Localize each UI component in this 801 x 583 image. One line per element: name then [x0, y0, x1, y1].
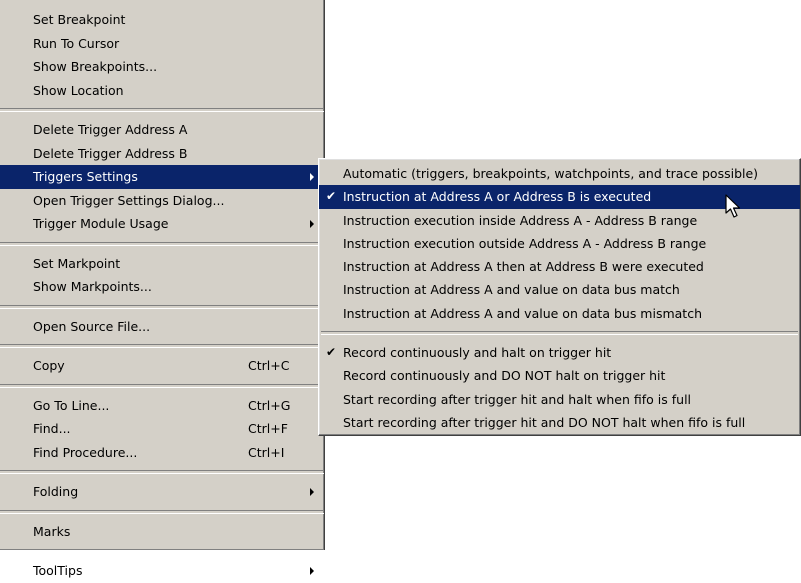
submenu-item-label: Instruction at Address A or Address B is…: [343, 189, 652, 205]
submenu-arrow-icon: [310, 173, 314, 181]
menu-item-find-procedure[interactable]: Find Procedure... Ctrl+I: [0, 441, 324, 465]
menu-item-label: Delete Trigger Address B: [33, 145, 188, 161]
menu-separator: [0, 383, 324, 388]
submenu-arrow-icon: [310, 220, 314, 228]
menu-item-triggers-settings[interactable]: Triggers Settings: [0, 165, 324, 189]
menu-item-label: Delete Trigger Address A: [33, 122, 188, 137]
mouse-pointer-icon: [725, 194, 741, 218]
submenu-item-instruction-at-address-a-then-at-address-b-were-executed[interactable]: Instruction at Address A then at Address…: [319, 255, 800, 278]
menu-separator: [0, 108, 324, 112]
menu-item-label: Marks: [33, 523, 71, 539]
menu-item-set-markpoint[interactable]: Set Markpoint: [0, 252, 324, 276]
submenu-item-automatic-triggers-breakpoints-watchpoints-and-trace-possible[interactable]: Automatic (triggers, breakpoints, watchp…: [319, 162, 800, 185]
submenu-arrow-icon: [310, 567, 314, 575]
submenu-item-label: Record continuously and halt on trigger …: [343, 345, 612, 361]
menu-item-label: Find Procedure...: [33, 444, 138, 460]
menu-item-tooltips[interactable]: ToolTips: [0, 559, 324, 583]
menu-item-label: Show Breakpoints...: [33, 59, 158, 74]
submenu-item-label: Record continuously and DO NOT halt on t…: [343, 368, 666, 384]
context-menu: Set Breakpoint Run To Cursor Show Breakpoi…: [0, 0, 325, 578]
submenu-item-instruction-at-address-a-and-value-on-data-bus-mismatch[interactable]: Instruction at Address A and value on da…: [319, 302, 800, 325]
menu-item-find[interactable]: Find... Ctrl+F: [0, 417, 324, 441]
menu-item-label: Run To Cursor: [33, 35, 120, 51]
submenu-item-label: Instruction at Address A and value on da…: [343, 282, 680, 298]
menu-separator: [321, 331, 798, 336]
submenu-item-label: Start recording after trigger hit and ha…: [343, 391, 692, 407]
shortcut-label: Ctrl+F: [248, 421, 288, 436]
menu-item-label: Copy: [33, 358, 65, 373]
menu-item-label: Open Source File...: [33, 318, 151, 334]
menu-item-label: ToolTips: [33, 563, 83, 578]
submenu-item-record-continuously-and-do-not-halt-on-trigger-hit[interactable]: Record continuously and DO NOT halt on t…: [319, 364, 800, 387]
menu-item-label: Folding: [33, 484, 79, 499]
menu-separator: [0, 470, 324, 474]
menu-item-label: Set Breakpoint: [33, 12, 126, 27]
menu-item-open-trigger-settings-dialog[interactable]: Open Trigger Settings Dialog...: [0, 189, 324, 213]
menu-item-label: Open Trigger Settings Dialog...: [33, 192, 225, 208]
submenu-item-label: Instruction execution inside Address A -…: [343, 212, 698, 228]
submenu-item-label: Instruction execution outside Address A …: [343, 235, 707, 251]
menu-item-set-breakpoint[interactable]: Set Breakpoint: [0, 8, 324, 32]
shortcut-label: Ctrl+G: [248, 397, 291, 413]
menu-item-label: Trigger Module Usage: [33, 216, 169, 231]
submenu-item-label: Instruction at Address A then at Address…: [343, 259, 704, 275]
menu-item-show-breakpoints[interactable]: Show Breakpoints...: [0, 55, 324, 79]
menu-item-go-to-line[interactable]: Go To Line... Ctrl+G: [0, 394, 324, 418]
checkmark-icon: ✔: [326, 189, 337, 204]
submenu-item-instruction-execution-outside-address-a-address-b-range[interactable]: Instruction execution outside Address A …: [319, 232, 800, 255]
submenu-item-label: Automatic (triggers, breakpoints, watchp…: [343, 166, 759, 181]
submenu-item-label: Instruction at Address A and value on da…: [343, 305, 703, 321]
submenu-arrow-icon: [310, 488, 314, 496]
menu-item-trigger-module-usage[interactable]: Trigger Module Usage: [0, 212, 324, 236]
menu-item-label: Go To Line...: [33, 397, 110, 413]
submenu-item-label: Start recording after trigger hit and DO…: [343, 414, 746, 430]
menu-separator: [0, 344, 324, 348]
shortcut-label: Ctrl+C: [248, 358, 290, 373]
menu-separator: [0, 241, 324, 246]
menu-item-label: Show Markpoints...: [33, 279, 152, 294]
shortcut-label: Ctrl+I: [248, 444, 285, 460]
menu-item-copy[interactable]: Copy Ctrl+C: [0, 354, 324, 378]
menu-item-marks[interactable]: Marks: [0, 520, 324, 544]
menu-item-delete-trigger-address-b[interactable]: Delete Trigger Address B: [0, 142, 324, 166]
menu-item-show-markpoints[interactable]: Show Markpoints...: [0, 275, 324, 299]
menu-item-label: Show Location: [33, 82, 124, 98]
menu-item-label: Triggers Settings: [33, 169, 138, 184]
menu-item-label: Set Markpoint: [33, 255, 121, 271]
menu-separator: [0, 509, 324, 514]
submenu-item-instruction-at-address-a-and-value-on-data-bus-match[interactable]: Instruction at Address A and value on da…: [319, 278, 800, 301]
submenu-item-record-continuously-and-halt-on-trigger-hit[interactable]: ✔ Record continuously and halt on trigger…: [319, 341, 800, 364]
submenu-item-start-recording-after-trigger-hit-and-do-not-halt-when-fifo-is-full[interactable]: Start recording after trigger hit and DO…: [319, 411, 800, 434]
menu-item-label: Find...: [33, 421, 71, 436]
menu-item-open-source-file[interactable]: Open Source File...: [0, 315, 324, 339]
submenu-item-start-recording-after-trigger-hit-and-halt-when-fifo-is-full[interactable]: Start recording after trigger hit and ha…: [319, 388, 800, 411]
menu-item-delete-trigger-address-a[interactable]: Delete Trigger Address A: [0, 118, 324, 142]
menu-item-folding[interactable]: Folding: [0, 480, 324, 504]
menu-item-run-to-cursor[interactable]: Run To Cursor: [0, 32, 324, 56]
menu-separator: [0, 304, 324, 309]
checkmark-icon: ✔: [326, 345, 337, 360]
menu-item-show-location[interactable]: Show Location: [0, 79, 324, 103]
